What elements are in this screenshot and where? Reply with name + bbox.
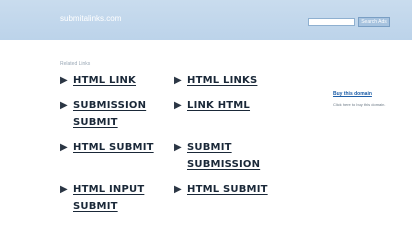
related-link-label[interactable]: HTML SUBMIT — [73, 139, 170, 156]
related-link-html-submit[interactable]: ▶ HTML SUBMIT — [60, 139, 170, 156]
related-link-label[interactable]: HTML LINK — [73, 72, 170, 89]
play-arrow-icon: ▶ — [174, 142, 182, 153]
search-button[interactable]: Search Ads — [358, 17, 390, 27]
related-link-label[interactable]: HTML INPUT SUBMIT — [73, 181, 155, 215]
related-link-html-link[interactable]: ▶ HTML LINK — [60, 72, 170, 89]
play-arrow-icon: ▶ — [174, 184, 182, 195]
buy-domain-text: Click here to buy this domain. — [333, 102, 386, 107]
play-arrow-icon: ▶ — [60, 100, 68, 111]
related-link-label[interactable]: HTML LINKS — [187, 72, 284, 89]
related-link-label[interactable]: SUBMISSION SUBMIT — [73, 97, 155, 131]
related-link-html-submit-2[interactable]: ▶ HTML SUBMIT — [174, 181, 284, 198]
related-link-submit-submission[interactable]: ▶ SUBMIT SUBMISSION — [174, 139, 269, 173]
related-link-html-links[interactable]: ▶ HTML LINKS — [174, 72, 284, 89]
play-arrow-icon: ▶ — [60, 75, 68, 86]
header-bar: submitalinks.com Search Ads — [0, 0, 412, 40]
buy-domain-link[interactable]: Buy this domain — [333, 91, 372, 97]
related-links-label: Related Links — [60, 61, 91, 67]
related-link-link-html[interactable]: ▶ LINK HTML — [174, 97, 284, 114]
play-arrow-icon: ▶ — [174, 100, 182, 111]
play-arrow-icon: ▶ — [174, 75, 182, 86]
related-link-submission-submit[interactable]: ▶ SUBMISSION SUBMIT — [60, 97, 155, 131]
related-link-html-input-submit[interactable]: ▶ HTML INPUT SUBMIT — [60, 181, 155, 215]
play-arrow-icon: ▶ — [60, 142, 68, 153]
related-link-label[interactable]: LINK HTML — [187, 97, 284, 114]
related-link-label[interactable]: HTML SUBMIT — [187, 181, 284, 198]
search-input[interactable] — [308, 18, 355, 26]
site-title[interactable]: submitalinks.com — [60, 14, 121, 23]
related-link-label[interactable]: SUBMIT SUBMISSION — [187, 139, 269, 173]
play-arrow-icon: ▶ — [60, 184, 68, 195]
